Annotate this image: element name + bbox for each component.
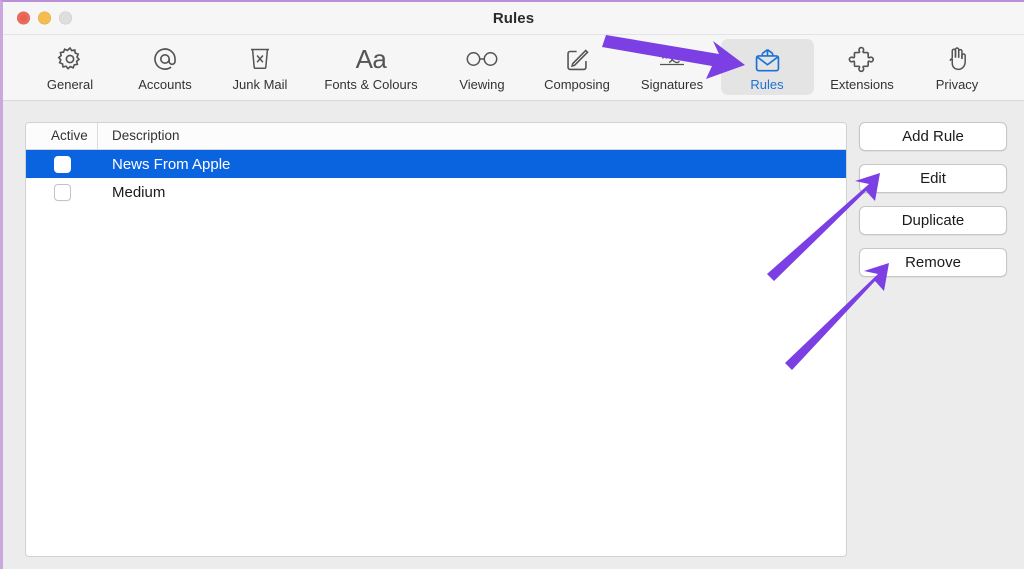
toolbar-label-general: General bbox=[46, 77, 94, 92]
toolbar-item-extensions[interactable]: Extensions bbox=[816, 39, 909, 95]
rule-active-checkbox[interactable] bbox=[53, 183, 71, 201]
rules-action-buttons: Add Rule Edit Duplicate Remove bbox=[859, 122, 1007, 557]
toolbar-label-signatures: Signatures bbox=[640, 77, 704, 92]
window-titlebar: Rules bbox=[3, 2, 1024, 35]
column-header-active[interactable]: Active bbox=[26, 123, 98, 149]
hand-icon bbox=[944, 44, 970, 74]
rule-description: News From Apple bbox=[112, 155, 231, 173]
trash-x-icon bbox=[247, 44, 273, 74]
toolbar-label-junk-mail: Junk Mail bbox=[232, 77, 288, 92]
rule-active-cell bbox=[26, 183, 98, 201]
rule-description: Medium bbox=[112, 183, 166, 201]
zoom-button[interactable] bbox=[59, 11, 72, 25]
toolbar-label-viewing: Viewing bbox=[459, 77, 505, 92]
compose-pencil-icon bbox=[564, 44, 591, 74]
signature-icon bbox=[656, 44, 688, 74]
rules-table-header: Active Description bbox=[26, 123, 846, 150]
at-sign-icon bbox=[151, 44, 179, 74]
puzzle-piece-icon bbox=[848, 44, 876, 74]
gear-icon bbox=[56, 44, 84, 74]
toolbar-item-privacy[interactable]: Privacy bbox=[911, 39, 1004, 95]
aa-text-icon: Aa bbox=[355, 44, 387, 74]
mail-preferences-window: Rules General Accounts Junk Mail Aa Font… bbox=[0, 0, 1024, 569]
rules-list-panel: Active Description News From Apple Mediu… bbox=[25, 122, 847, 557]
toolbar-item-general[interactable]: General bbox=[24, 39, 117, 95]
traffic-light-controls bbox=[17, 11, 72, 25]
toolbar-label-accounts: Accounts bbox=[138, 77, 192, 92]
rules-envelope-icon bbox=[753, 44, 782, 74]
table-row[interactable]: Medium bbox=[26, 178, 846, 206]
toolbar-label-composing: Composing bbox=[544, 77, 610, 92]
minimize-button[interactable] bbox=[38, 11, 51, 25]
toolbar-item-fonts-colours[interactable]: Aa Fonts & Colours bbox=[309, 39, 434, 95]
rules-table-body: News From Apple Medium bbox=[26, 150, 846, 556]
toolbar-item-accounts[interactable]: Accounts bbox=[119, 39, 212, 95]
window-title: Rules bbox=[492, 9, 535, 27]
toolbar-label-extensions: Extensions bbox=[830, 77, 894, 92]
table-row[interactable]: News From Apple bbox=[26, 150, 846, 178]
toolbar-label-rules: Rules bbox=[750, 77, 784, 92]
add-rule-button[interactable]: Add Rule bbox=[859, 122, 1007, 151]
rules-content-area: Active Description News From Apple Mediu… bbox=[3, 101, 1024, 569]
toolbar-item-signatures[interactable]: Signatures bbox=[626, 39, 719, 95]
toolbar-item-viewing[interactable]: Viewing bbox=[436, 39, 529, 95]
column-header-description[interactable]: Description bbox=[98, 123, 846, 149]
close-button[interactable] bbox=[17, 11, 30, 25]
rule-active-checkbox[interactable] bbox=[53, 155, 71, 173]
toolbar-item-junk-mail[interactable]: Junk Mail bbox=[214, 39, 307, 95]
remove-button[interactable]: Remove bbox=[859, 248, 1007, 277]
toolbar-item-composing[interactable]: Composing bbox=[531, 39, 624, 95]
preferences-toolbar: General Accounts Junk Mail Aa Fonts & Co… bbox=[3, 35, 1024, 101]
rule-active-cell bbox=[26, 155, 98, 173]
edit-button[interactable]: Edit bbox=[859, 164, 1007, 193]
duplicate-button[interactable]: Duplicate bbox=[859, 206, 1007, 235]
glasses-icon bbox=[465, 44, 499, 74]
toolbar-label-privacy: Privacy bbox=[935, 77, 979, 92]
toolbar-item-rules[interactable]: Rules bbox=[720, 39, 814, 95]
toolbar-label-fonts-colours: Fonts & Colours bbox=[324, 77, 418, 92]
